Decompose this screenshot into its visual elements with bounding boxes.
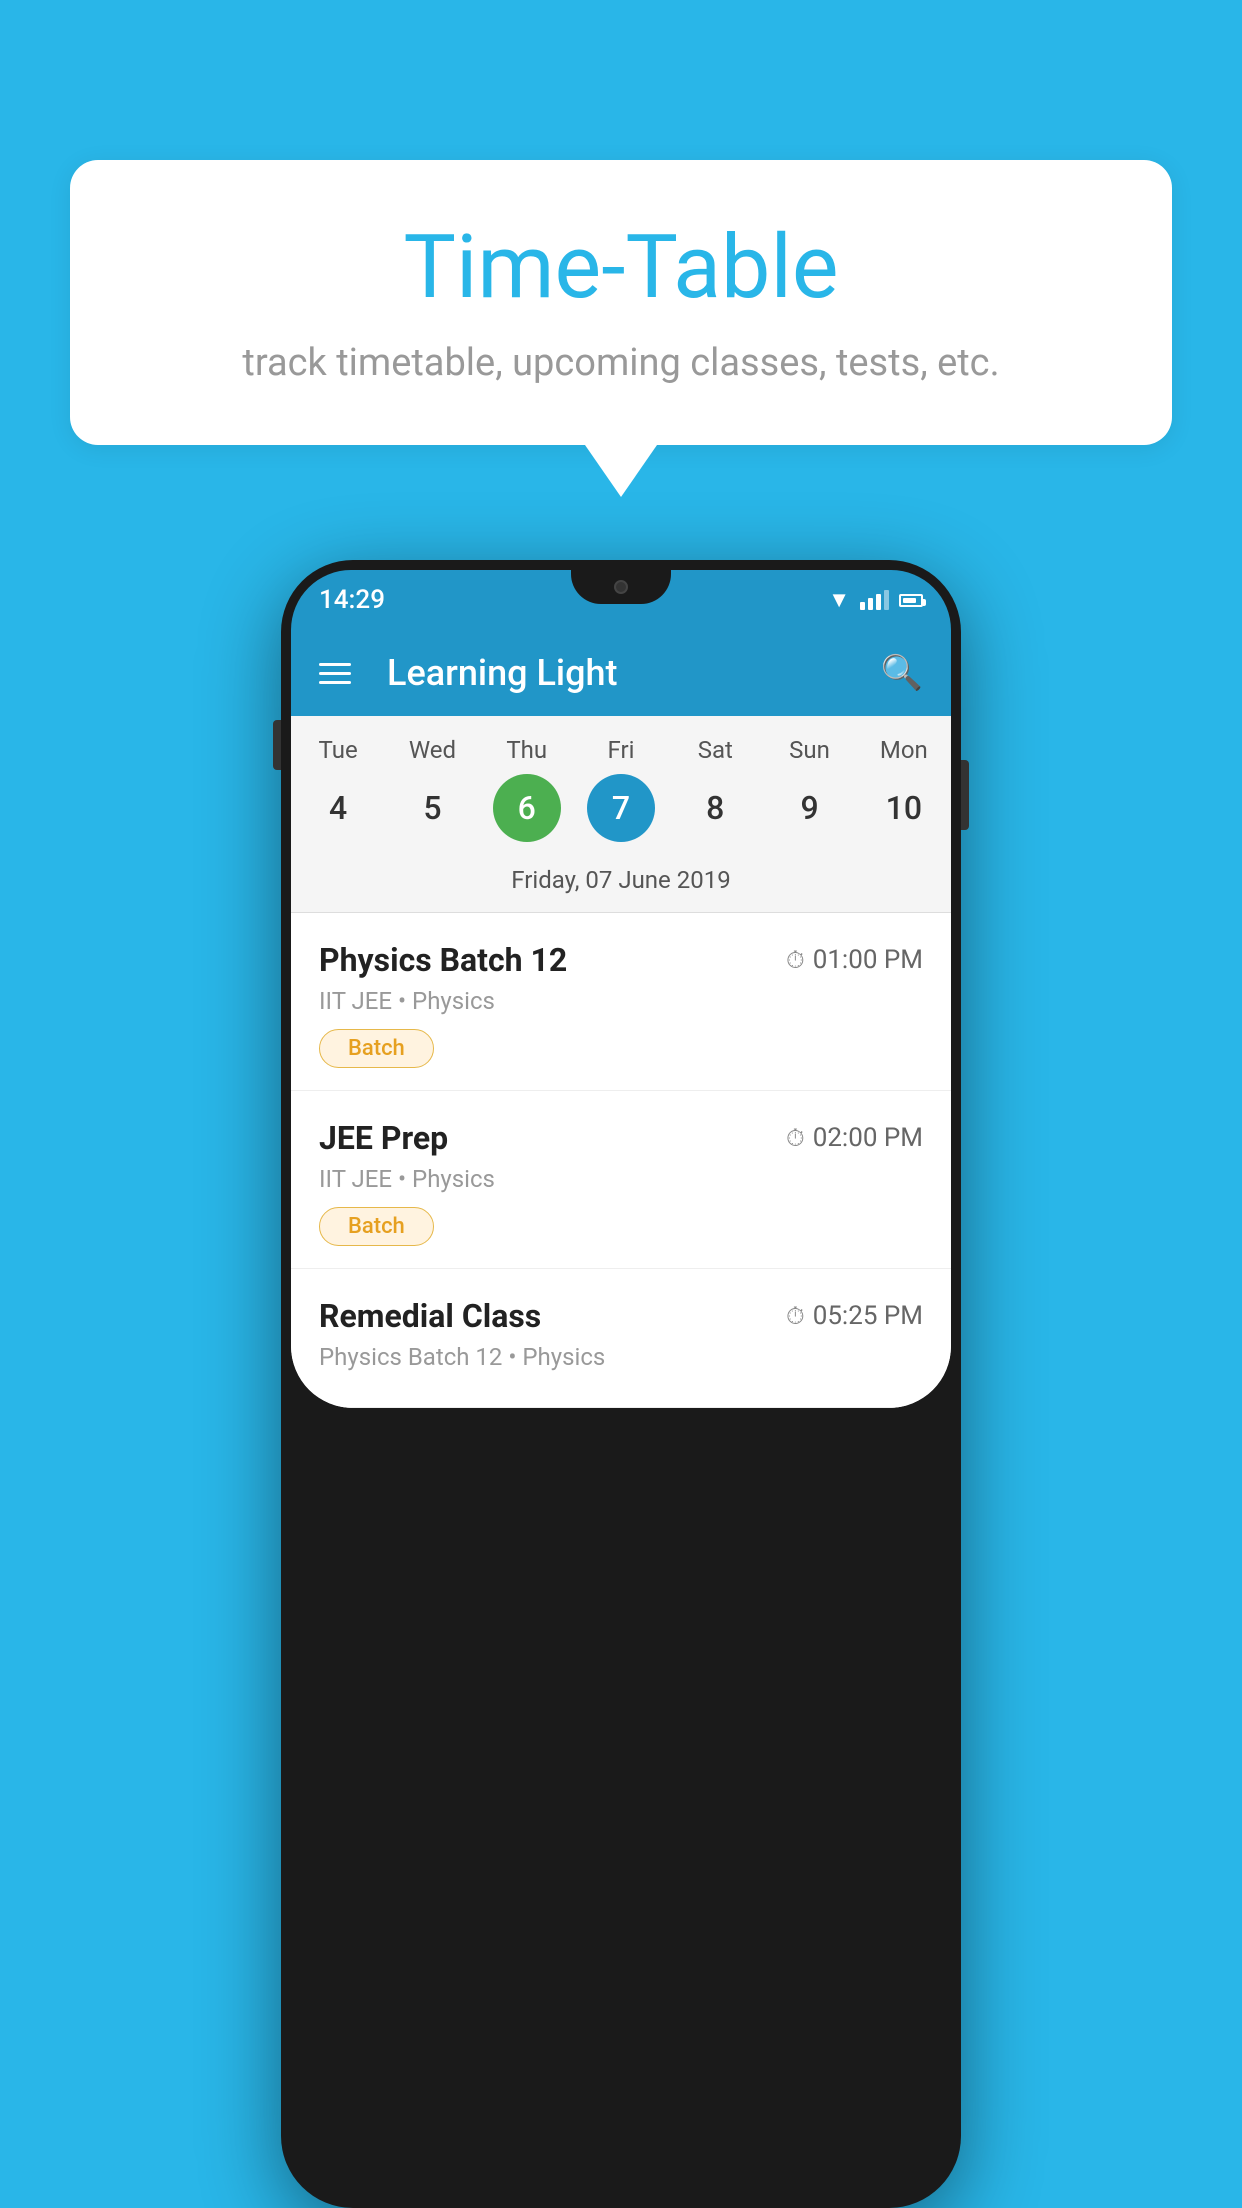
schedule-item-title: JEE Prep (319, 1119, 448, 1157)
selected-date-label: Friday, 07 June 2019 (291, 858, 951, 913)
app-title: Learning Light (387, 652, 853, 694)
schedule-item[interactable]: Remedial Class ⏱ 05:25 PM Physics Batch … (291, 1269, 951, 1408)
clock-icon: ⏱ (786, 946, 805, 974)
search-icon[interactable]: 🔍 (881, 653, 923, 693)
schedule-item-subtitle: IIT JEE • Physics (319, 1165, 923, 1193)
status-bar: 14:29 ▼ (291, 570, 951, 630)
bubble-subtitle: track timetable, upcoming classes, tests… (130, 341, 1112, 385)
schedule-item-time: ⏱ 02:00 PM (786, 1123, 923, 1153)
calendar-day-name: Thu (486, 736, 568, 764)
status-icons: ▼ (828, 587, 923, 613)
calendar-strip: Tue Wed Thu Fri Sat Sun Mon 456789 10 Friday, 0… (291, 716, 951, 913)
calendar-day-number[interactable]: 5 (398, 774, 466, 842)
batch-tag: Batch (319, 1029, 434, 1068)
schedule-item-title: Physics Batch 12 (319, 941, 567, 979)
calendar-day-number[interactable]: 9 (776, 774, 844, 842)
calendar-day-number[interactable]: 6 (493, 774, 561, 842)
phone-screen: Learning Light 🔍 Tue Wed Thu Fri Sat Sun Mon 4… (291, 630, 951, 1408)
calendar-day-name: Sun (769, 736, 851, 764)
camera-notch (614, 580, 628, 594)
hamburger-menu-icon[interactable] (319, 663, 351, 684)
phone-side-button-right (961, 760, 969, 830)
schedule-item-time: ⏱ 01:00 PM (786, 945, 923, 975)
calendar-day-name: Tue (297, 736, 379, 764)
schedule-item-subtitle: IIT JEE • Physics (319, 987, 923, 1015)
speech-bubble-section: Time-Table track timetable, upcoming cla… (70, 160, 1172, 497)
schedule-item-title: Remedial Class (319, 1297, 541, 1335)
batch-tag: Batch (319, 1207, 434, 1246)
day-names-row: Tue Wed Thu Fri Sat Sun Mon (291, 736, 951, 774)
schedule-item[interactable]: Physics Batch 12 ⏱ 01:00 PM IIT JEE • Ph… (291, 913, 951, 1091)
app-header: Learning Light 🔍 (291, 630, 951, 716)
schedule-list: Physics Batch 12 ⏱ 01:00 PM IIT JEE • Ph… (291, 913, 951, 1408)
schedule-item-header: JEE Prep ⏱ 02:00 PM (319, 1119, 923, 1157)
signal-icon (860, 590, 889, 610)
calendar-day-number[interactable]: 7 (587, 774, 655, 842)
calendar-day-number[interactable]: 10 (870, 774, 938, 842)
bubble-title: Time-Table (130, 220, 1112, 317)
phone-body: 14:29 ▼ (281, 560, 961, 2208)
phone-mockup: 14:29 ▼ (70, 560, 1172, 2208)
clock-icon: ⏱ (786, 1124, 805, 1152)
calendar-day-name: Sat (674, 736, 756, 764)
schedule-item-header: Physics Batch 12 ⏱ 01:00 PM (319, 941, 923, 979)
bubble-tail (585, 445, 657, 497)
wifi-icon: ▼ (828, 587, 850, 613)
day-numbers-row: 456789 10 (291, 774, 951, 858)
calendar-day-name: Mon (863, 736, 945, 764)
schedule-item-header: Remedial Class ⏱ 05:25 PM (319, 1297, 923, 1335)
calendar-day-number[interactable]: 4 (304, 774, 372, 842)
calendar-day-name: Wed (391, 736, 473, 764)
battery-icon (899, 594, 923, 607)
schedule-item[interactable]: JEE Prep ⏱ 02:00 PM IIT JEE • Physics Ba… (291, 1091, 951, 1269)
schedule-item-time: ⏱ 05:25 PM (786, 1301, 923, 1331)
calendar-day-number[interactable]: 8 (681, 774, 749, 842)
calendar-day-name: Fri (580, 736, 662, 764)
status-time: 14:29 (319, 585, 385, 615)
clock-icon: ⏱ (786, 1302, 805, 1330)
speech-bubble-card: Time-Table track timetable, upcoming cla… (70, 160, 1172, 445)
notch (571, 570, 671, 604)
phone-side-button-left (273, 720, 281, 770)
schedule-item-subtitle: Physics Batch 12 • Physics (319, 1343, 923, 1371)
